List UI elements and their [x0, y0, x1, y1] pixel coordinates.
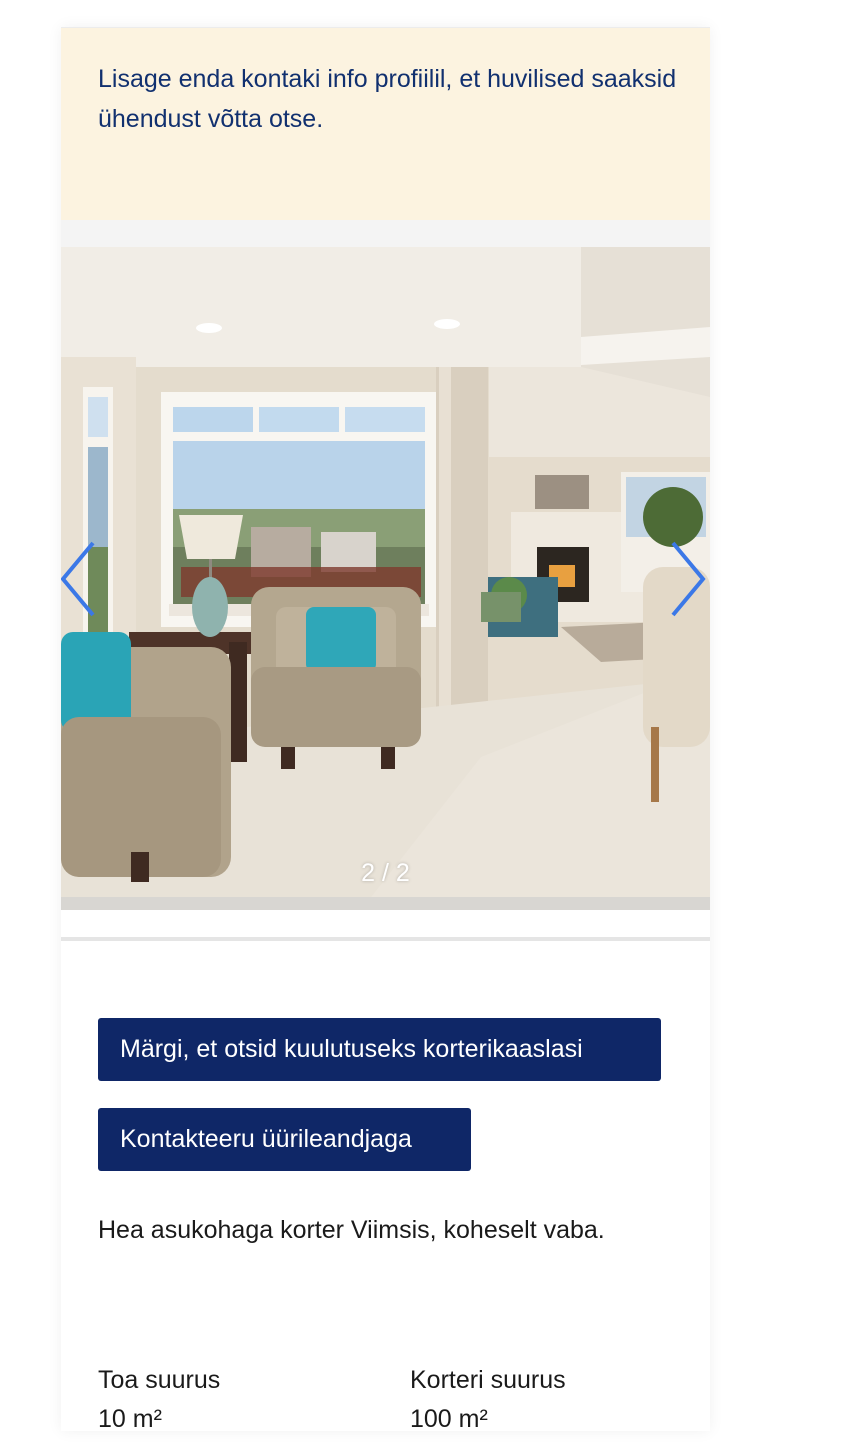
section-divider	[61, 937, 710, 941]
room-size-spec: Toa suurus 10 m²	[98, 1361, 220, 1431]
next-photo-button[interactable]	[665, 541, 710, 617]
room-size-value: 10 m²	[98, 1405, 162, 1431]
apartment-size-label: Korteri suurus	[410, 1366, 566, 1394]
gallery-bottom-strip	[61, 897, 710, 910]
listing-card: Lisage enda kontaki info profiilil, et h…	[61, 27, 710, 1431]
listing-description: Hea asukohaga korter Viimsis, koheselt v…	[98, 1216, 605, 1244]
room-size-label: Toa suurus	[98, 1366, 221, 1394]
contact-landlord-button[interactable]: Kontakteeru üürileandjaga	[98, 1108, 471, 1171]
living-room-photo	[61, 247, 710, 910]
previous-photo-button[interactable]	[61, 541, 101, 617]
photo-counter: 2 / 2	[361, 859, 410, 887]
notice-text: Lisage enda kontaki info profiilil, et h…	[98, 65, 677, 133]
chevron-right-icon	[671, 541, 706, 617]
mark-seeking-roommate-button[interactable]: Märgi, et otsid kuulutuseks korterikaasl…	[98, 1018, 661, 1081]
contact-info-notice: Lisage enda kontaki info profiilil, et h…	[61, 28, 710, 220]
apartment-size-spec: Korteri suurus 100 m²	[410, 1361, 566, 1431]
photo-gallery[interactable]: 2 / 2	[61, 247, 710, 910]
apartment-size-value: 100 m²	[410, 1405, 488, 1431]
chevron-left-icon	[61, 541, 95, 617]
gallery-top-spacer	[61, 220, 710, 247]
